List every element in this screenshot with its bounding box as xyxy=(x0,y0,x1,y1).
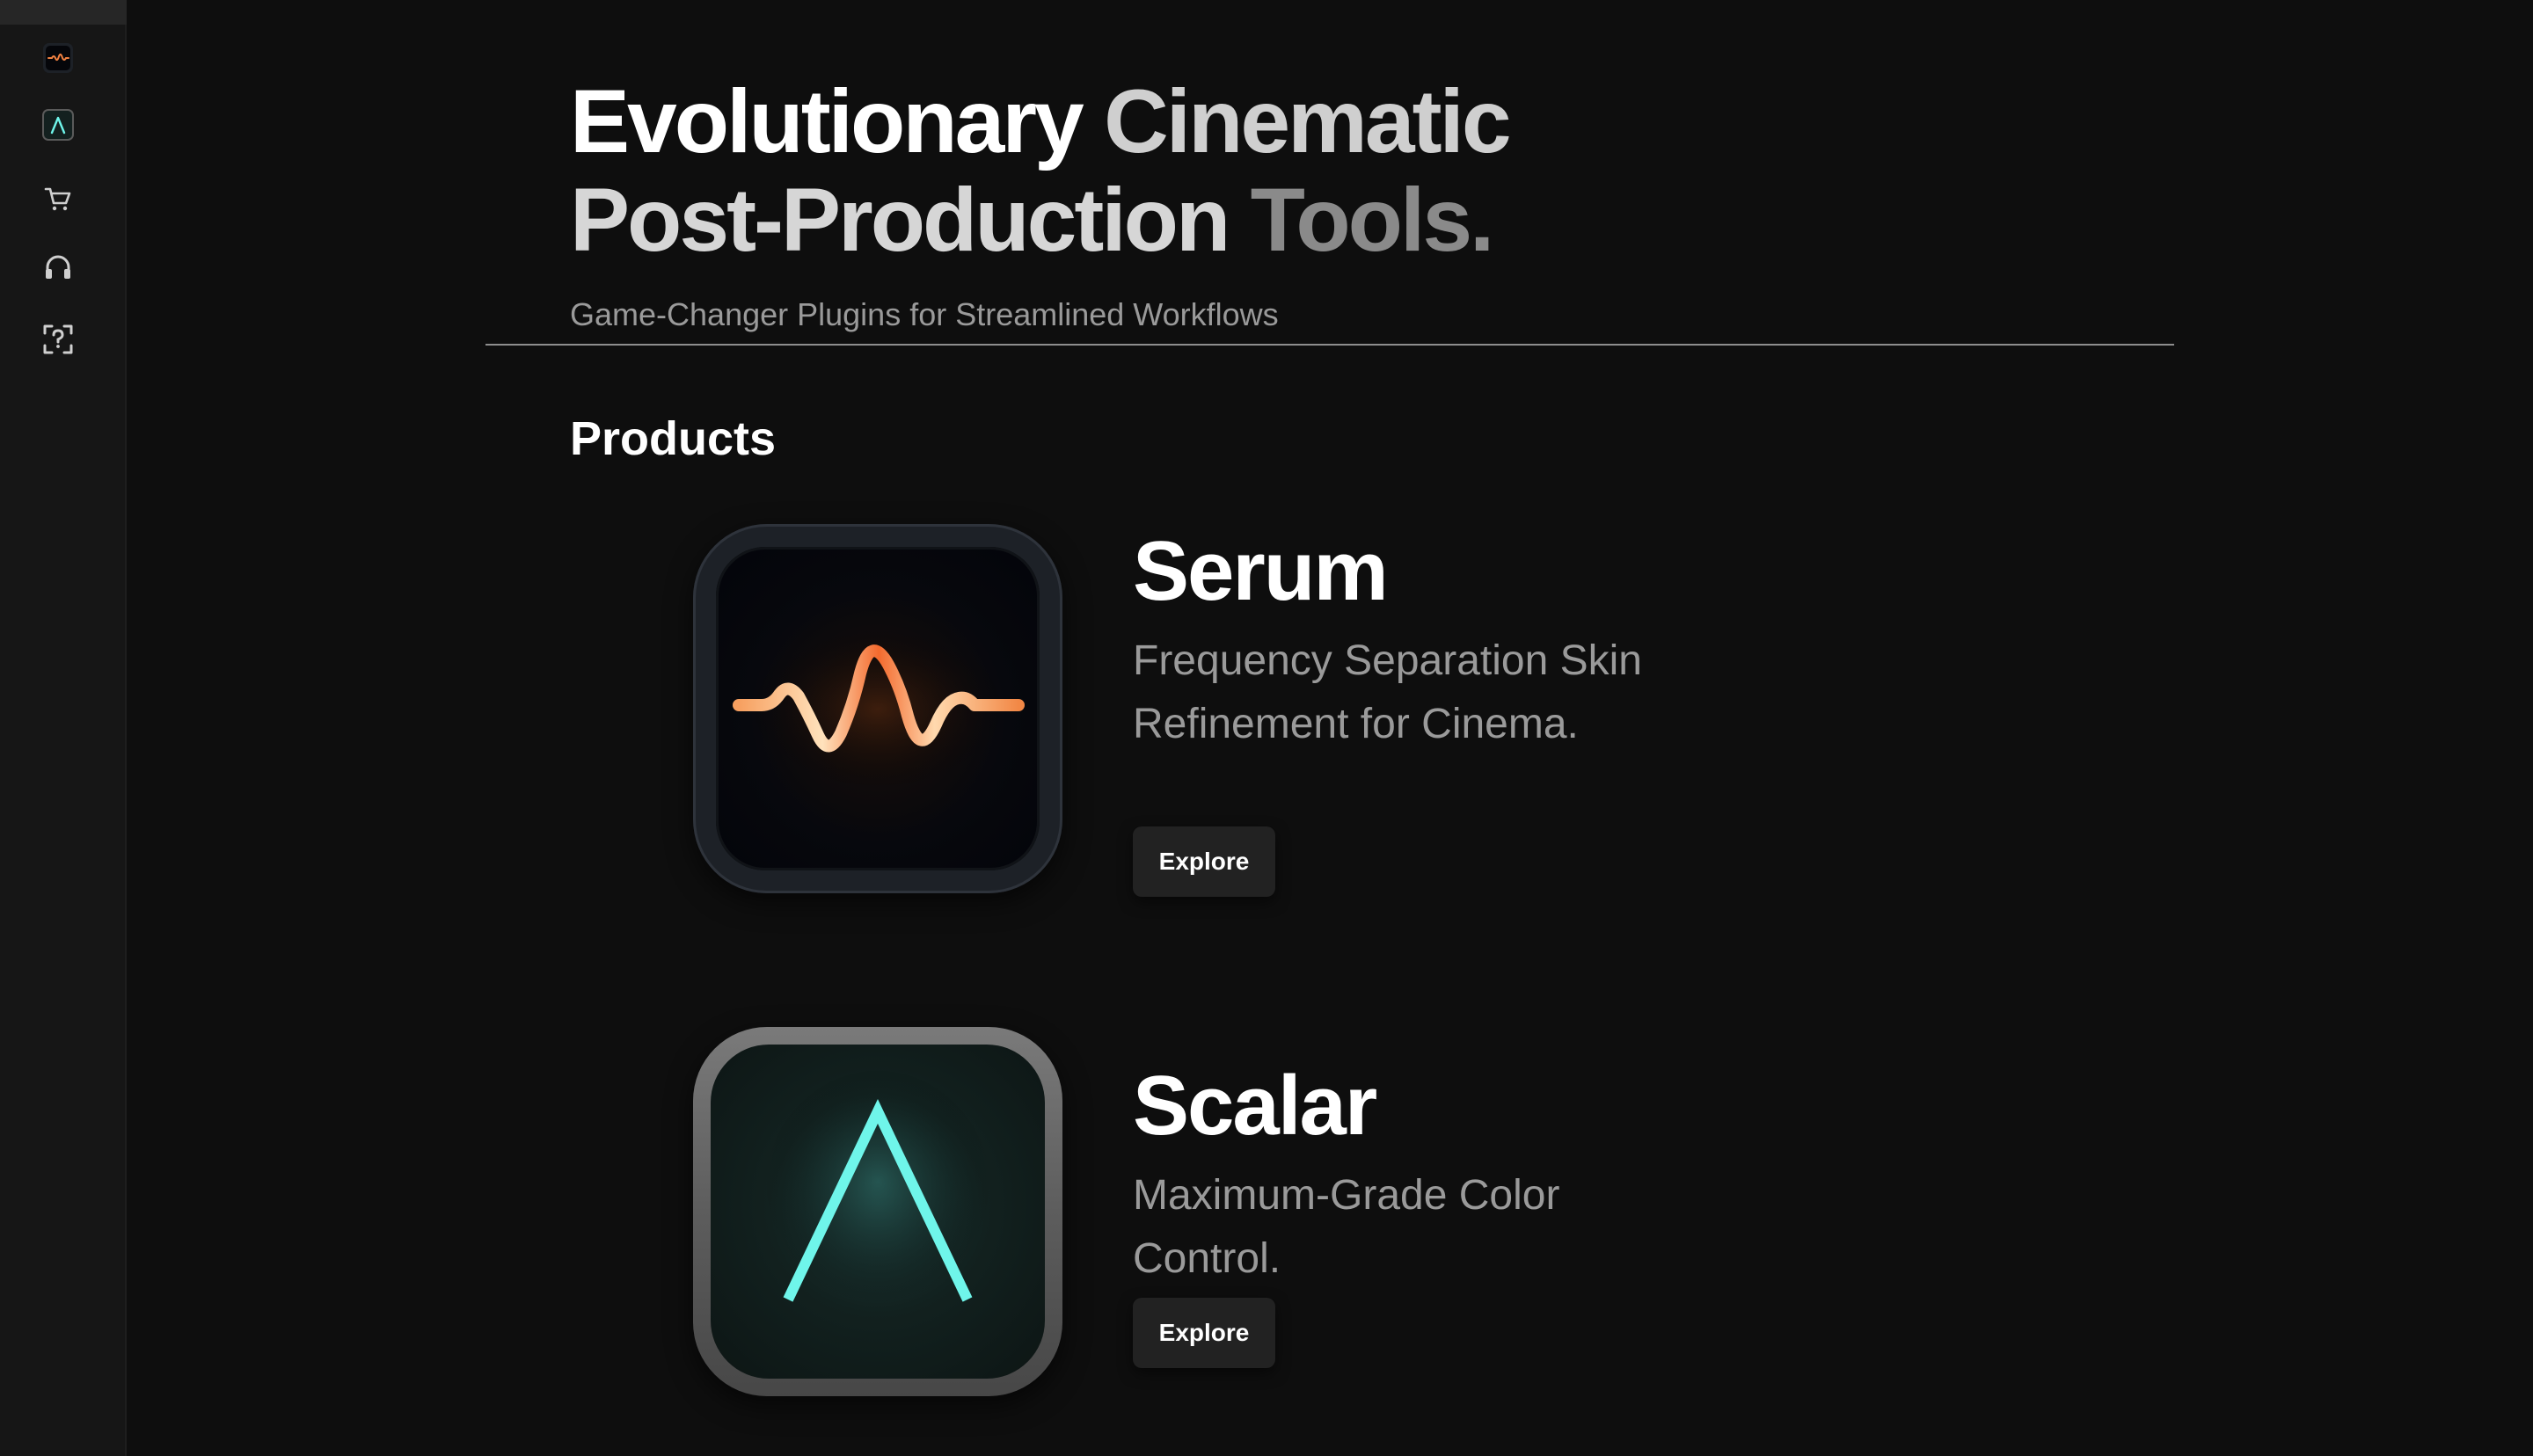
scalar-product-description: Maximum-Grade Color Control. xyxy=(1133,1172,1560,1282)
hero-title: Evolutionary Cinematic Post-Production T… xyxy=(570,72,1801,269)
scalar-app-icon xyxy=(42,109,74,141)
scalar-explore-button[interactable]: Explore xyxy=(1133,1298,1275,1368)
sidebar-item-cart[interactable] xyxy=(39,179,77,218)
hero-title-word-1: Evolutionary xyxy=(570,71,1084,171)
headphones-icon xyxy=(46,255,70,279)
serum-explore-button[interactable]: Explore xyxy=(1133,826,1275,897)
products-heading: Products xyxy=(570,412,777,465)
scalar-product-name: Scalar xyxy=(1133,1059,1377,1153)
app-root: Evolutionary Cinematic Post-Production T… xyxy=(0,0,2533,1456)
sidebar-item-help[interactable] xyxy=(39,320,77,359)
serum-product-description: Frequency Separation Skin Refinement for… xyxy=(1133,637,1642,747)
lambda-icon xyxy=(763,1071,992,1317)
scalar-product-icon[interactable] xyxy=(693,1027,1062,1396)
hero-subtitle: Game-Changer Plugins for Streamlined Wor… xyxy=(570,296,1279,332)
hero-divider xyxy=(485,344,2174,346)
hero-title-word-4: Tools. xyxy=(1250,170,1495,270)
hero-title-word-2: Cinematic xyxy=(1104,71,1511,171)
sidebar-item-support[interactable] xyxy=(39,248,77,287)
serum-product-icon[interactable] xyxy=(693,524,1062,893)
serum-product-name: Serum xyxy=(1133,524,1389,618)
cart-icon xyxy=(44,187,71,211)
serum-app-icon xyxy=(43,43,73,73)
waveform-icon xyxy=(733,625,1025,792)
sidebar xyxy=(0,0,127,1456)
main-content: Evolutionary Cinematic Post-Production T… xyxy=(127,0,2533,1456)
help-scan-icon xyxy=(43,324,73,354)
sidebar-topbar xyxy=(0,0,127,25)
sidebar-item-scalar[interactable] xyxy=(39,106,77,144)
hero-title-word-3: Post-Production xyxy=(570,170,1230,270)
sidebar-item-serum[interactable] xyxy=(39,39,77,77)
